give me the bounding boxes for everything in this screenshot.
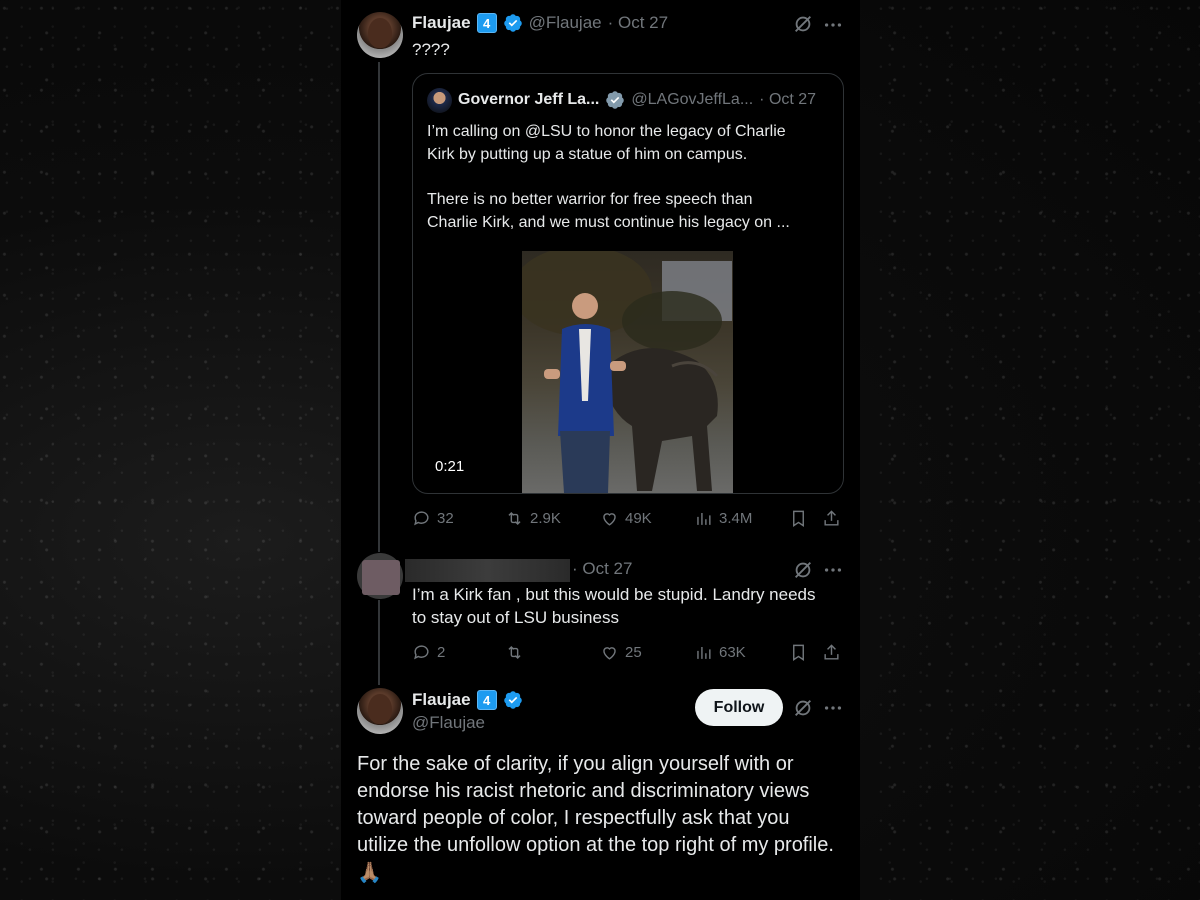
author-name[interactable]: Flaujae: [412, 13, 471, 33]
redacted-name: [405, 559, 570, 582]
share-icon[interactable]: [822, 643, 841, 662]
tweet-text-line: to stay out of LSU business: [412, 608, 619, 627]
quote-text-line: There is no better warrior for free spee…: [427, 191, 753, 208]
reply-icon: [414, 645, 429, 660]
grok-icon[interactable]: [792, 559, 814, 581]
reply-count: 2: [437, 644, 446, 661]
reply-count: 32: [437, 510, 454, 527]
like-button[interactable]: 49K: [600, 509, 652, 528]
verified-icon: [503, 691, 522, 709]
reply-icon: [414, 511, 429, 526]
author-handle[interactable]: @Flaujae: [529, 13, 602, 33]
tweet-text-line: toward people of color, I respectfully a…: [357, 807, 790, 829]
quote-header: Governor Jeff La... @LAGovJeffLa... · Oc…: [458, 90, 816, 110]
tweet-date[interactable]: · Oct 27: [608, 13, 668, 33]
repost-count: 2.9K: [530, 510, 561, 527]
bookmark-icon[interactable]: [789, 643, 808, 662]
grok-icon[interactable]: [792, 697, 814, 719]
tweet-text: ????: [412, 40, 450, 59]
more-icon[interactable]: [822, 559, 844, 581]
verified-icon: [503, 14, 522, 32]
quote-author-handle[interactable]: @LAGovJeffLa...: [631, 91, 753, 109]
more-icon[interactable]: [822, 697, 844, 719]
repost-icon: [508, 511, 521, 526]
repost-icon: [508, 645, 521, 660]
tweet-text-line: I’m a Kirk fan , but this would be stupi…: [412, 585, 816, 604]
pray-emoji: 🙏🏽: [357, 862, 382, 884]
like-count: 49K: [625, 510, 652, 527]
quote-text-line: Charlie Kirk, and we must continue his l…: [427, 214, 790, 231]
quote-text-line: Kirk by putting up a statue of him on ca…: [427, 146, 748, 163]
author-name[interactable]: Flaujae: [412, 690, 471, 710]
verified-icon: [606, 91, 625, 109]
reply-button[interactable]: 32: [412, 509, 454, 528]
badge-number: 4: [476, 690, 497, 710]
video-thumbnail[interactable]: [522, 251, 733, 493]
quote-text-line: I’m calling on @LSU to honor the legacy …: [427, 123, 786, 140]
video-frame: [522, 251, 732, 493]
views-icon: [697, 512, 711, 525]
like-count: 25: [625, 644, 642, 661]
avatar[interactable]: [357, 12, 403, 58]
badge-number: 4: [476, 13, 497, 33]
like-icon: [603, 647, 616, 660]
reply-button[interactable]: 2: [412, 643, 445, 662]
repost-button[interactable]: 2.9K: [505, 509, 561, 528]
avatar[interactable]: [427, 88, 452, 113]
quote-date[interactable]: · Oct 27: [759, 91, 816, 109]
tweet-header: Flaujae 4 @Flaujae · Oct 27: [412, 13, 668, 33]
tweet-text-line: utilize the unfollow option at the top r…: [357, 834, 834, 856]
tweet-text-line: For the sake of clarity, if you align yo…: [357, 753, 794, 775]
share-icon[interactable]: [822, 509, 841, 528]
like-button[interactable]: 25: [600, 643, 642, 662]
thread-line: [378, 62, 380, 552]
views-count: 63K: [719, 644, 746, 661]
author-handle[interactable]: @Flaujae: [412, 713, 485, 733]
views-icon: [697, 646, 711, 659]
thread-line: [378, 600, 380, 685]
views-count: 3.4M: [719, 510, 753, 527]
tweet-header: Flaujae 4: [412, 690, 523, 710]
grok-icon[interactable]: [792, 13, 814, 35]
tweet-text-line: endorse his racist rhetoric and discrimi…: [357, 780, 810, 802]
like-icon: [603, 513, 616, 526]
more-icon[interactable]: [822, 14, 844, 36]
repost-button[interactable]: [505, 643, 524, 662]
tweet-date[interactable]: · Oct 27: [572, 559, 632, 579]
redacted-avatar: [362, 560, 400, 595]
follow-button[interactable]: Follow: [695, 689, 783, 726]
views-button[interactable]: 3.4M: [694, 509, 752, 528]
avatar[interactable]: [357, 688, 403, 734]
video-duration: 0:21: [435, 458, 465, 475]
bookmark-icon[interactable]: [789, 509, 808, 528]
quote-author-name[interactable]: Governor Jeff La...: [458, 91, 599, 109]
views-button[interactable]: 63K: [694, 643, 746, 662]
